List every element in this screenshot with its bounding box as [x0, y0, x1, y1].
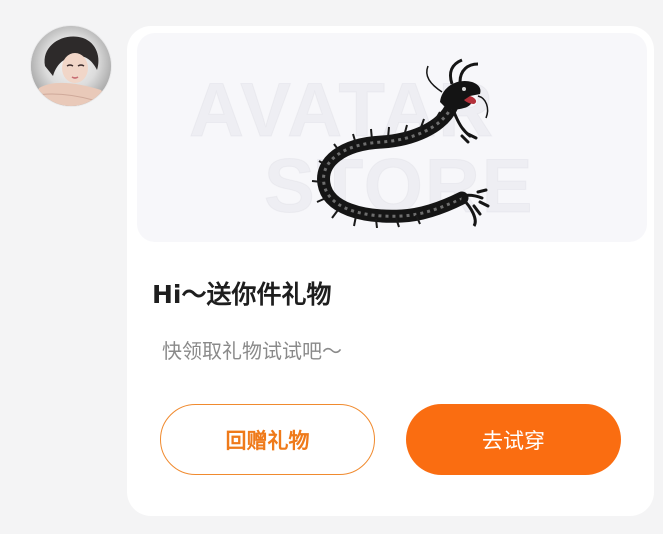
- gift-title: Hi～送你件礼物: [152, 280, 332, 309]
- return-gift-button[interactable]: 回赠礼物: [160, 404, 375, 475]
- user-avatar-photo-icon: [31, 26, 111, 106]
- gift-banner: AVATAR STORE: [137, 33, 647, 242]
- chat-message-row: AVATAR STORE Hi～送你件礼物 快领取礼物试试吧～ 回赠礼物 去试穿: [0, 0, 663, 534]
- dragon-icon: [311, 58, 490, 228]
- gift-message-card[interactable]: AVATAR STORE Hi～送你件礼物 快领取礼物试试吧～ 回赠礼物 去试穿: [127, 26, 654, 516]
- sender-avatar[interactable]: [31, 26, 111, 106]
- gift-subtitle: 快领取礼物试试吧～: [162, 339, 342, 363]
- try-on-button[interactable]: 去试穿: [406, 404, 621, 475]
